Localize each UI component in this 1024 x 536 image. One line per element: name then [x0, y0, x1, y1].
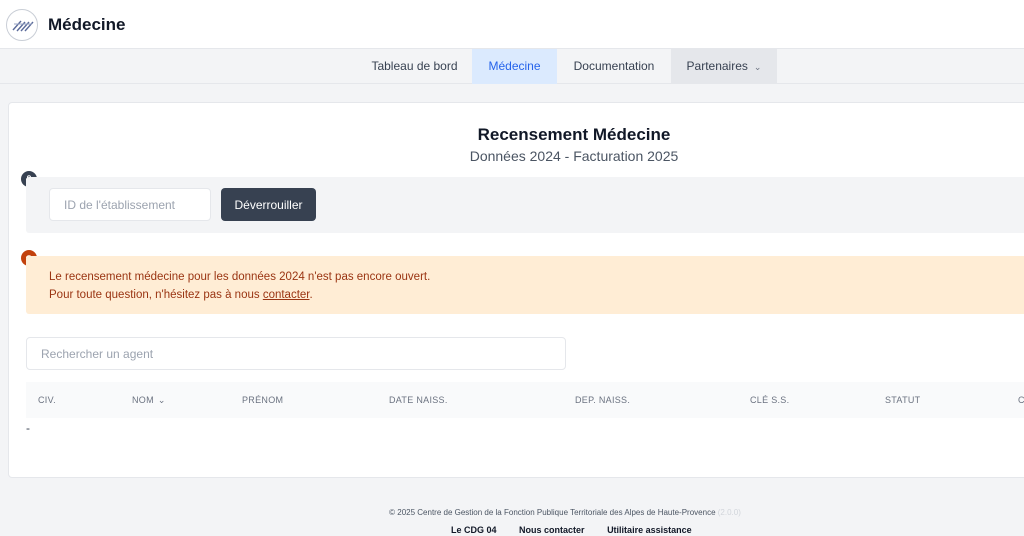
nav-item-documentation[interactable]: Documentation — [557, 49, 671, 84]
footer-link-cdg04[interactable]: Le CDG 04 — [451, 525, 497, 535]
nav-item-partenaires[interactable]: Partenaires ⌄ — [671, 49, 777, 84]
nav-item-partenaires-label: Partenaires — [686, 59, 748, 73]
agent-search-input[interactable] — [26, 337, 566, 370]
footer-copyright-text: © 2025 Centre de Gestion de la Fonction … — [389, 508, 716, 517]
column-header-c[interactable]: C — [1018, 382, 1024, 418]
alert-line-1: Le recensement médecine pour les données… — [49, 271, 431, 283]
footer-link-contact[interactable]: Nous contacter — [519, 525, 585, 535]
footer-version: (2.0.0) — [717, 508, 741, 517]
app-title: Médecine — [48, 15, 126, 34]
page-title: Recensement Médecine — [477, 125, 671, 144]
top-bar: Médecine — [0, 0, 1024, 49]
table-header: CIV. NOM ⌄ PRÉNOM DATE NAISS. DEP. NAISS.… — [26, 382, 1024, 418]
footer-copyright: © 2025 Centre de Gestion de la Fonction … — [0, 508, 1024, 517]
column-header-date-naiss[interactable]: DATE NAISS. — [389, 382, 448, 418]
chevron-down-icon: ⌄ — [753, 62, 762, 72]
column-header-nom-label: NOM — [132, 395, 154, 405]
column-header-statut[interactable]: STATUT — [885, 382, 920, 418]
unlock-panel: Déverrouiller — [26, 177, 1024, 233]
alert-line-2: Pour toute question, n'hésitez pas à nou… — [49, 289, 313, 301]
column-header-civ[interactable]: CIV. — [38, 382, 56, 418]
alert-line-2-text: Pour toute question, n'hésitez pas à nou… — [49, 289, 263, 301]
column-header-prenom[interactable]: PRÉNOM — [242, 382, 283, 418]
contact-link[interactable]: contacter — [263, 289, 310, 301]
footer-link-assistance[interactable]: Utilitaire assistance — [607, 525, 692, 535]
alert-line-2-suffix: . — [309, 289, 313, 301]
sort-chevron-icon: ⌄ — [157, 395, 166, 405]
main-card: Recensement Médecine Données 2024 - Fact… — [8, 102, 1024, 478]
column-header-cle-ss[interactable]: CLÉ S.S. — [750, 382, 789, 418]
nav-item-tableau-de-bord[interactable]: Tableau de bord — [357, 49, 472, 84]
page-subtitle: Données 2024 - Facturation 2025 — [469, 148, 679, 164]
table-empty-cell: - — [26, 421, 30, 435]
main-nav: Tableau de bord Médecine Documentation P… — [0, 49, 1024, 84]
nav-item-medecine[interactable]: Médecine — [472, 49, 557, 84]
footer-links: Le CDG 04 Nous contacter Utilitaire assi… — [451, 525, 712, 535]
unlock-button[interactable]: Déverrouiller — [221, 188, 316, 221]
info-alert: Le recensement médecine pour les données… — [26, 256, 1024, 314]
column-header-dep-naiss[interactable]: DEP. NAISS. — [575, 382, 630, 418]
column-header-nom[interactable]: NOM ⌄ — [132, 382, 166, 418]
establishment-id-input[interactable] — [49, 188, 211, 221]
cdg-logo-icon[interactable] — [6, 9, 38, 41]
